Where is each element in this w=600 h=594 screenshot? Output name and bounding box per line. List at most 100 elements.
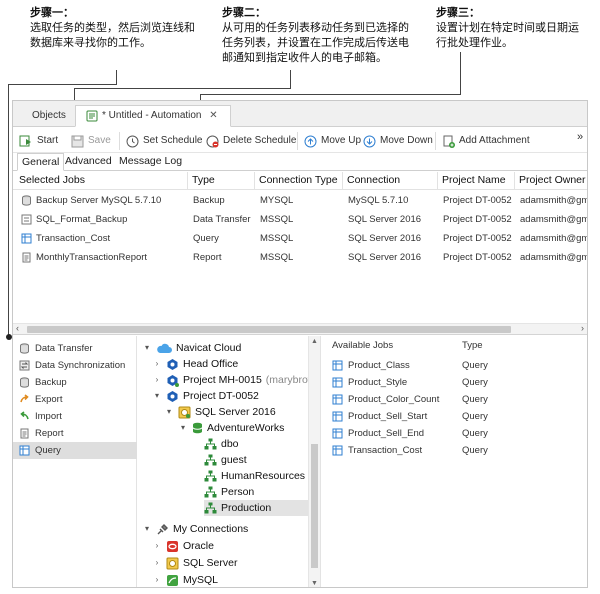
tree-node-schema-humanresources[interactable]: HumanResources xyxy=(204,468,305,484)
vertical-scrollbar[interactable]: ▲ ▼ xyxy=(308,336,320,587)
tree-node-project-dt-0052[interactable]: ▾ Project DT-0052 xyxy=(152,388,259,404)
chevron-right-icon[interactable]: › xyxy=(152,372,162,388)
tree-node-schema-dbo[interactable]: dbo xyxy=(204,436,239,452)
sql-server-icon xyxy=(166,557,179,569)
arrow-down-icon xyxy=(363,135,376,147)
available-job-label: Product_Style xyxy=(348,377,408,388)
table-cell-project-name: Project DT-0052 xyxy=(443,233,512,244)
tab-general[interactable]: General xyxy=(17,153,65,171)
tree-node-sql-server[interactable]: › SQL Server xyxy=(152,555,237,571)
available-job-label: Product_Color_Count xyxy=(348,394,440,405)
chevron-right-icon[interactable]: › xyxy=(152,572,162,587)
column-header-connection-type[interactable]: Connection Type xyxy=(254,172,342,190)
tree-node-sql-server-2016[interactable]: ▾ SQL Server 2016 xyxy=(164,404,276,420)
table-cell-connection-type: MSSQL xyxy=(260,252,294,263)
chevron-down-icon[interactable]: ▾ xyxy=(152,388,162,404)
chevron-left-icon[interactable]: ‹ xyxy=(16,323,19,333)
tree-node-label: MySQL xyxy=(183,574,219,586)
horizontal-scrollbar[interactable]: ‹ › xyxy=(13,323,587,335)
tab-automation[interactable]: * Untitled - Automation ✕ xyxy=(75,105,231,127)
database-icon xyxy=(192,422,203,434)
available-job-item[interactable]: Product_Sell_Start xyxy=(332,408,427,425)
tree-node-schema-guest[interactable]: guest xyxy=(204,452,247,468)
tab-message-log[interactable]: Message Log xyxy=(115,153,186,171)
tree-node-navicat-cloud[interactable]: ▾ Navicat Cloud xyxy=(142,340,241,356)
sub-tab-bar: General Advanced Message Log xyxy=(13,153,587,171)
available-job-item[interactable]: Product_Sell_End xyxy=(332,425,424,442)
job-type-data-transfer[interactable]: Data Transfer xyxy=(13,340,137,357)
chevron-down-icon[interactable]: ▾ xyxy=(178,420,188,436)
tree-node-project-mh-0015[interactable]: › Project MH-0015 (marybrow xyxy=(152,372,315,388)
tree-node-label: AdventureWorks xyxy=(207,422,285,434)
column-header-selected-jobs[interactable]: Selected Jobs xyxy=(15,172,187,190)
job-type-backup[interactable]: Backup xyxy=(13,374,137,391)
annotation-step-3-text: 设置计划在特定时间或日期运行批处理作业。 xyxy=(436,22,579,49)
column-header-project-name[interactable]: Project Name xyxy=(437,172,514,190)
save-button[interactable]: Save xyxy=(71,132,111,150)
query-icon xyxy=(19,445,30,456)
chevron-up-icon[interactable]: ▲ xyxy=(311,338,318,345)
table-cell-connection: MySQL 5.7.10 xyxy=(348,195,409,206)
annotation-step-2-title: 步骤二： xyxy=(222,7,266,19)
column-header-connection[interactable]: Connection xyxy=(342,172,437,190)
chevron-right-icon[interactable]: › xyxy=(152,555,162,571)
table-row[interactable]: Backup Server MySQL 5.7.10 Backup MYSQL … xyxy=(13,191,587,210)
tab-advanced[interactable]: Advanced xyxy=(61,153,116,171)
available-job-item[interactable]: Transaction_Cost xyxy=(332,442,422,459)
column-header-project-owner[interactable]: Project Owner N xyxy=(514,172,587,190)
save-icon xyxy=(71,135,84,147)
close-icon[interactable]: ✕ xyxy=(208,106,220,126)
chevron-right-icon[interactable]: › xyxy=(152,538,162,554)
job-type-report[interactable]: Report xyxy=(13,425,137,442)
move-up-button[interactable]: Move Up xyxy=(304,132,361,150)
tree-node-head-office[interactable]: › Head Office xyxy=(152,356,239,372)
chevron-down-icon[interactable]: ▾ xyxy=(164,404,174,420)
job-type-query[interactable]: Query xyxy=(13,442,137,459)
table-cell-job: MonthlyTransactionReport xyxy=(17,248,187,267)
job-type-import[interactable]: Import xyxy=(13,408,137,425)
delete-schedule-button[interactable]: Delete Schedule xyxy=(206,132,296,150)
available-job-item[interactable]: Product_Style xyxy=(332,374,407,391)
set-schedule-button[interactable]: Set Schedule xyxy=(126,132,203,150)
table-row[interactable]: SQL_Format_Backup Data Transfer MSSQL SQ… xyxy=(13,210,587,229)
table-row[interactable]: MonthlyTransactionReport Report MSSQL SQ… xyxy=(13,248,587,267)
chevron-right-icon[interactable]: › xyxy=(152,356,162,372)
tree-node-schema-production[interactable]: Production xyxy=(204,500,308,516)
table-cell-connection-type: MSSQL xyxy=(260,214,294,225)
tree-node-schema-person[interactable]: Person xyxy=(204,484,254,500)
available-job-item[interactable]: Product_Class xyxy=(332,357,410,374)
job-type-data-synchronization[interactable]: Data Synchronization xyxy=(13,357,137,374)
connection-tree: ▾ Navicat Cloud › Head Office › Project … xyxy=(138,336,321,587)
chevron-down-icon[interactable]: ▾ xyxy=(142,521,152,537)
tree-node-label: guest xyxy=(221,454,247,466)
report-icon xyxy=(20,428,29,439)
document-tab-bar: Objects * Untitled - Automation ✕ xyxy=(13,101,587,127)
available-job-type: Query xyxy=(462,445,488,456)
chevron-down-icon[interactable]: ▼ xyxy=(311,580,318,587)
add-attachment-button[interactable]: Add Attachment xyxy=(442,132,530,150)
job-type-label: Import xyxy=(35,411,62,422)
scrollbar-thumb[interactable] xyxy=(311,444,318,568)
job-type-label: Data Transfer xyxy=(35,343,93,354)
scrollbar-thumb[interactable] xyxy=(27,326,511,333)
start-button[interactable]: Start xyxy=(19,132,58,150)
available-job-item[interactable]: Product_Color_Count xyxy=(332,391,439,408)
job-type-export[interactable]: Export xyxy=(13,391,137,408)
table-row[interactable]: Transaction_Cost Query MSSQL SQL Server … xyxy=(13,229,587,248)
available-job-label: Product_Sell_Start xyxy=(348,411,428,422)
chevron-down-icon[interactable]: ▾ xyxy=(142,340,152,356)
chevron-right-icon[interactable]: › xyxy=(581,323,584,333)
tree-node-my-connections[interactable]: ▾ My Connections xyxy=(142,521,248,537)
table-cell-project-owner: adamsmith@gma xyxy=(520,214,588,225)
move-down-button[interactable]: Move Down xyxy=(363,132,433,150)
column-header-type[interactable]: Type xyxy=(187,172,254,190)
table-cell-project-owner: adamsmith@gma xyxy=(520,233,588,244)
tree-node-label: SQL Server xyxy=(183,557,238,569)
toolbar-overflow-button[interactable]: » xyxy=(577,128,583,146)
tab-objects[interactable]: Objects xyxy=(21,105,77,127)
tree-node-oracle[interactable]: › Oracle xyxy=(152,538,214,554)
tree-node-adventureworks[interactable]: ▾ AdventureWorks xyxy=(178,420,284,436)
query-icon xyxy=(332,445,343,456)
sql-server-icon xyxy=(178,406,191,418)
tree-node-mysql[interactable]: › MySQL xyxy=(152,572,219,587)
